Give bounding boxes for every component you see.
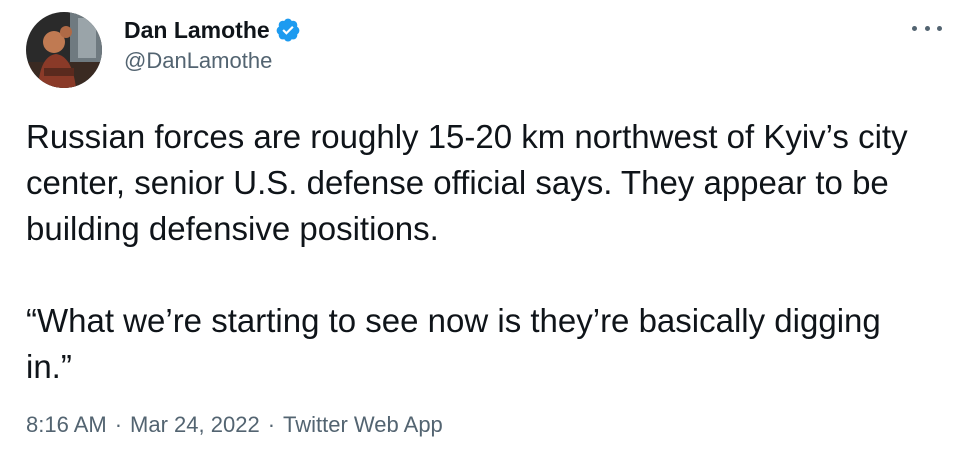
meta-separator: ·: [267, 412, 276, 437]
author-block: Dan Lamothe @DanLamothe: [124, 14, 301, 74]
author-display-name[interactable]: Dan Lamothe: [124, 17, 270, 44]
more-options-icon[interactable]: [912, 18, 942, 38]
verified-badge-icon: [275, 17, 301, 43]
tweet-text: Russian forces are roughly 15-20 km nort…: [26, 114, 926, 390]
meta-separator: ·: [114, 412, 123, 437]
tweet-source[interactable]: Twitter Web App: [283, 412, 443, 438]
author-avatar[interactable]: [26, 12, 102, 88]
tweet-metadata: 8:16 AM · Mar 24, 2022 · Twitter Web App: [26, 412, 443, 438]
tweet-timestamp-date[interactable]: Mar 24, 2022: [130, 412, 260, 438]
tweet-timestamp-time[interactable]: 8:16 AM: [26, 412, 107, 438]
tweet-paragraph-1: Russian forces are roughly 15-20 km nort…: [26, 118, 908, 247]
tweet-paragraph-2: “What we’re starting to see now is they’…: [26, 302, 881, 385]
more-dot: [912, 25, 917, 31]
tweet-card: Dan Lamothe @DanLamothe Russian forces a…: [0, 0, 964, 458]
more-dot: [937, 25, 942, 31]
more-dot: [924, 25, 930, 31]
avatar-photo-icon: [26, 12, 102, 88]
author-name-row: Dan Lamothe: [124, 14, 301, 46]
author-handle[interactable]: @DanLamothe: [124, 48, 301, 74]
